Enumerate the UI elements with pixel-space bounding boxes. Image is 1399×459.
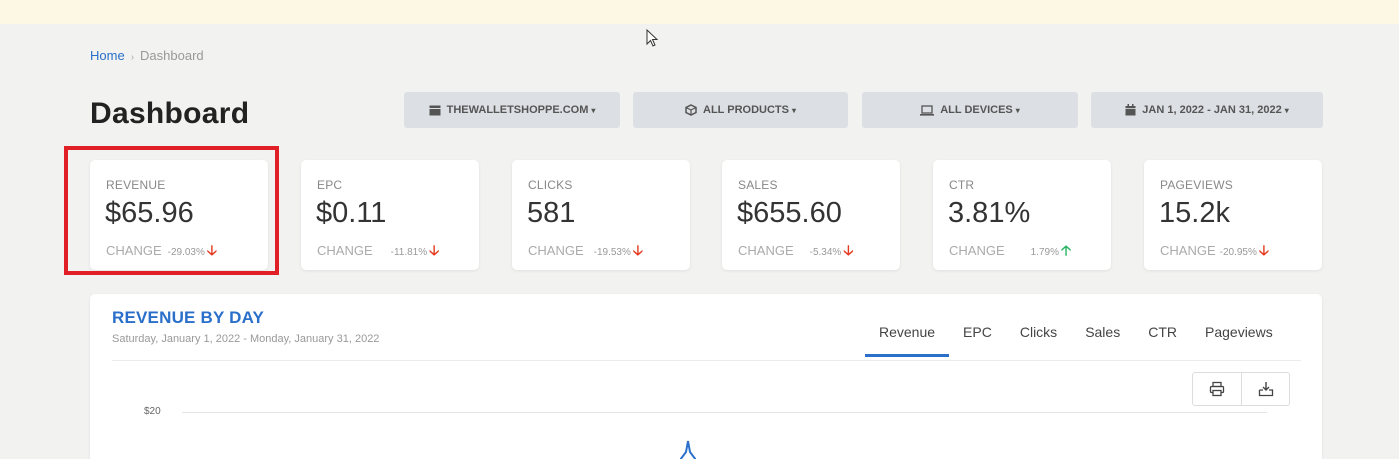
chart-title: REVENUE BY DAY <box>112 308 265 327</box>
metric-label: CLICKS <box>528 178 573 192</box>
tab-epc[interactable]: EPC <box>949 316 1006 357</box>
breadcrumb-current: Dashboard <box>140 48 204 63</box>
metric-card-ctr[interactable]: CTR 3.81% CHANGE 1.79% 🡡 <box>933 160 1111 270</box>
print-button[interactable] <box>1193 373 1241 405</box>
chart-subtitle: Saturday, January 1, 2022 - Monday, Janu… <box>112 333 380 345</box>
metric-change: CHANGE -19.53% 🡣 <box>528 240 643 264</box>
change-percent: -5.34% <box>809 247 842 258</box>
laptop-icon <box>920 104 935 116</box>
store-icon <box>429 105 441 115</box>
tab-pageviews[interactable]: Pageviews <box>1191 316 1287 357</box>
chart-action-buttons <box>1192 372 1290 406</box>
metric-label: CTR <box>949 178 975 192</box>
change-label: CHANGE <box>528 243 584 258</box>
site-filter-dropdown[interactable]: THEWALLETSHOPPE.COM ▾ <box>404 92 620 128</box>
arrow-up-icon: 🡡 <box>1060 242 1072 258</box>
breadcrumb-home-link[interactable]: Home <box>90 48 125 63</box>
metric-value: $655.60 <box>737 197 842 229</box>
arrow-down-icon: 🡣 <box>632 242 643 258</box>
change-label: CHANGE <box>949 243 1005 258</box>
change-percent: -19.53% <box>593 247 631 258</box>
chevron-down-icon: ▾ <box>591 105 596 115</box>
devices-filter-label: ALL DEVICES <box>940 104 1013 116</box>
metric-label: SALES <box>738 178 778 192</box>
change-label: CHANGE <box>317 243 373 258</box>
metric-change: CHANGE -5.34% 🡣 <box>738 240 853 264</box>
change-label: CHANGE <box>738 243 794 258</box>
breadcrumb-separator: › <box>130 52 135 63</box>
chart-metric-tabs: Revenue EPC Clicks Sales CTR Pageviews <box>865 316 1287 357</box>
download-button[interactable] <box>1241 373 1289 405</box>
chevron-down-icon: ▾ <box>791 105 796 115</box>
change-label: CHANGE <box>1160 243 1216 258</box>
chevron-down-icon: ▾ <box>1015 105 1020 115</box>
cube-icon <box>685 104 697 116</box>
highlight-box <box>64 146 279 275</box>
chevron-down-icon: ▾ <box>1284 105 1289 115</box>
tab-clicks[interactable]: Clicks <box>1006 316 1071 357</box>
metric-card-epc[interactable]: EPC $0.11 CHANGE -11.81% 🡣 <box>301 160 479 270</box>
date-range-dropdown[interactable]: JAN 1, 2022 - JAN 31, 2022 ▾ <box>1091 92 1323 128</box>
metric-change: CHANGE -20.95% 🡣 <box>1160 240 1269 264</box>
metric-change: CHANGE 1.79% 🡡 <box>949 240 1071 264</box>
metric-card-pageviews[interactable]: PAGEVIEWS 15.2k CHANGE -20.95% 🡣 <box>1144 160 1322 270</box>
arrow-down-icon: 🡣 <box>429 242 440 258</box>
tab-revenue[interactable]: Revenue <box>865 316 950 357</box>
y-axis-tick: $20 <box>144 406 161 417</box>
divider <box>112 360 1301 361</box>
metric-change: CHANGE -11.81% 🡣 <box>317 240 439 264</box>
breadcrumb: Home › Dashboard <box>90 48 204 63</box>
devices-filter-dropdown[interactable]: ALL DEVICES ▾ <box>862 92 1078 128</box>
mouse-cursor-icon <box>646 29 659 47</box>
tab-ctr[interactable]: CTR <box>1134 316 1191 357</box>
metric-card-sales[interactable]: SALES $655.60 CHANGE -5.34% 🡣 <box>722 160 900 270</box>
notification-bar <box>0 0 1399 24</box>
download-icon <box>1258 382 1273 397</box>
change-percent: 1.79% <box>1030 247 1059 258</box>
arrow-down-icon: 🡣 <box>843 242 854 258</box>
printer-icon <box>1209 381 1225 397</box>
tab-sales[interactable]: Sales <box>1071 316 1134 357</box>
page-title: Dashboard <box>90 97 250 130</box>
metric-label: PAGEVIEWS <box>1160 178 1233 192</box>
metric-value: 15.2k <box>1159 197 1230 229</box>
products-filter-label: ALL PRODUCTS <box>703 104 789 116</box>
change-percent: -20.95% <box>1219 247 1257 258</box>
revenue-line-series <box>680 440 696 459</box>
products-filter-dropdown[interactable]: ALL PRODUCTS ▾ <box>633 92 848 128</box>
metric-value: $0.11 <box>316 197 387 229</box>
arrow-down-icon: 🡣 <box>1258 242 1269 258</box>
metric-value: 3.81% <box>948 197 1031 229</box>
metric-value: 581 <box>527 197 576 229</box>
metric-card-clicks[interactable]: CLICKS 581 CHANGE -19.53% 🡣 <box>512 160 690 270</box>
site-filter-label: THEWALLETSHOPPE.COM <box>446 104 589 116</box>
chart-gridline <box>182 412 1267 413</box>
change-percent: -11.81% <box>390 247 428 258</box>
date-range-label: JAN 1, 2022 - JAN 31, 2022 <box>1142 104 1282 116</box>
calendar-icon <box>1125 104 1136 116</box>
revenue-chart-panel: REVENUE BY DAY Saturday, January 1, 2022… <box>90 294 1322 459</box>
metric-label: EPC <box>317 178 343 192</box>
